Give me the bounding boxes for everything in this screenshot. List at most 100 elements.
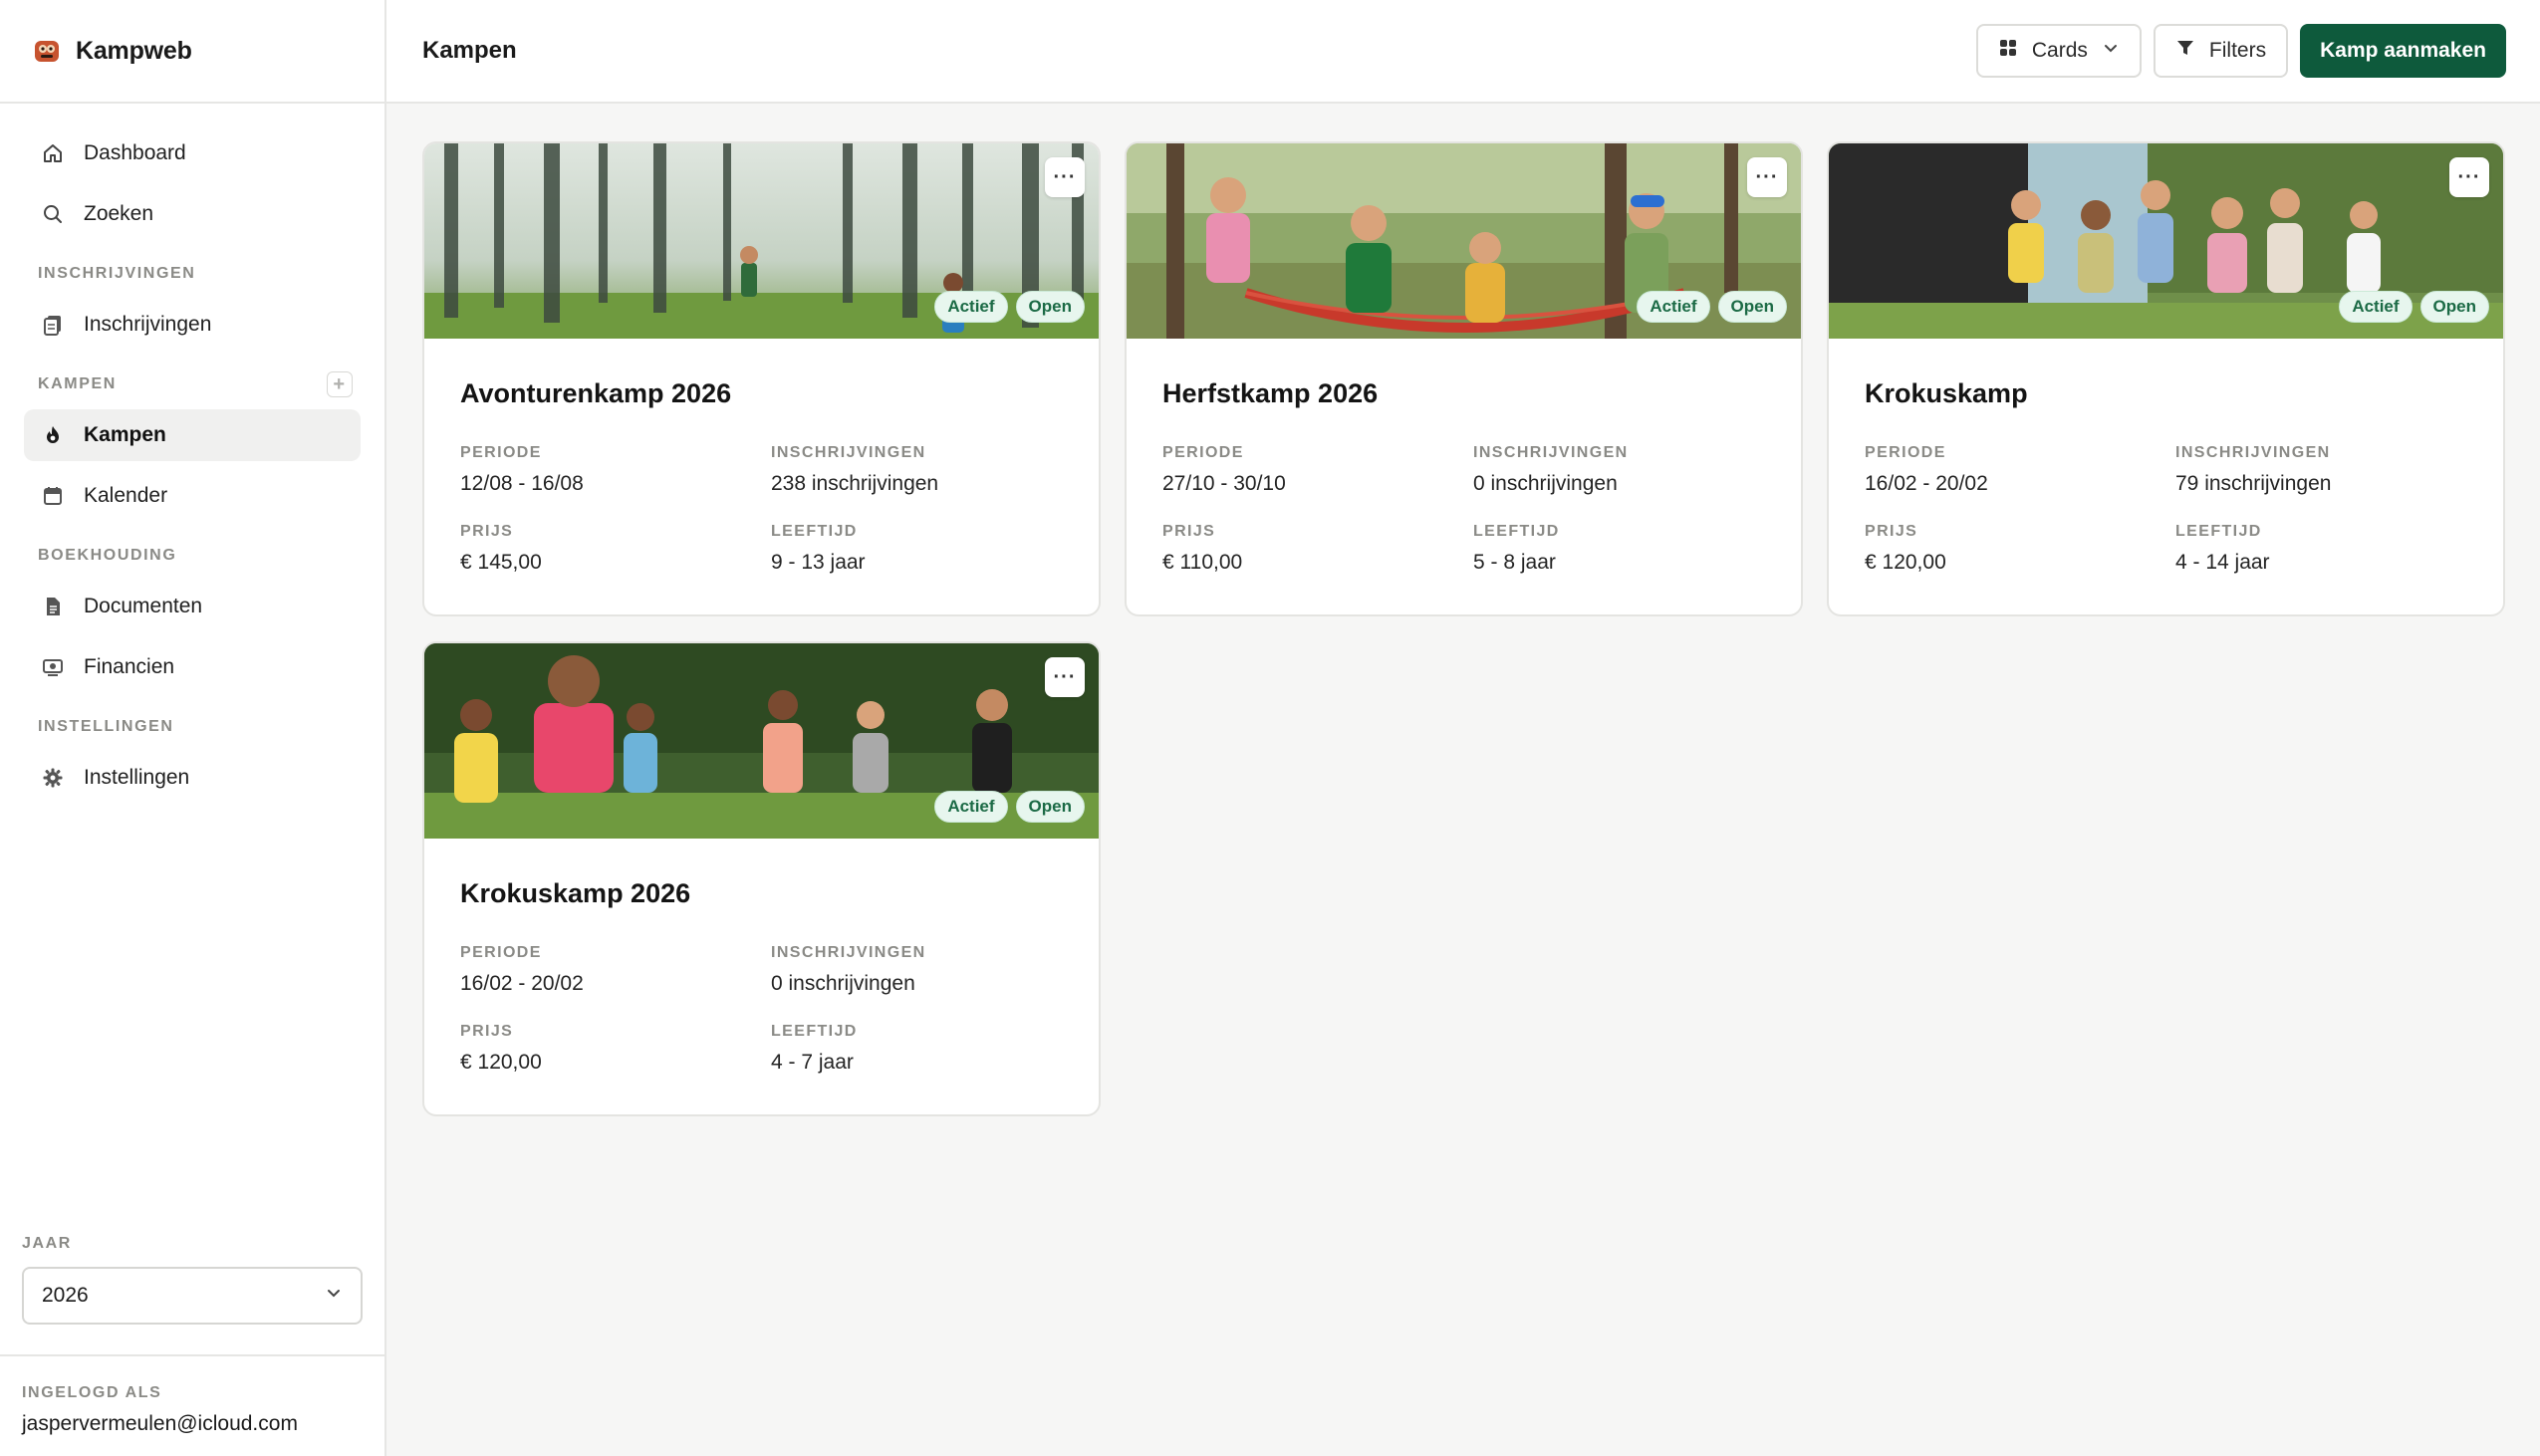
user-email: jaspervermeulen@icloud.com	[22, 1412, 298, 1435]
field-label: PRIJS	[1162, 523, 1216, 540]
field-value: € 120,00	[1865, 551, 1946, 574]
create-kamp-button[interactable]: Kamp aanmaken	[2300, 24, 2506, 78]
section-label-text: KAMPEN	[38, 375, 117, 392]
chevron-down-icon	[325, 1284, 343, 1308]
camp-card[interactable]: ··· Actief Open Herfstkamp 2026 PERIODE …	[1125, 141, 1803, 616]
flame-icon	[42, 424, 64, 446]
create-kamp-label: Kamp aanmaken	[2320, 39, 2486, 62]
section-label-boekhouding: BOEKHOUDING	[38, 547, 177, 564]
add-kamp-icon[interactable]: +	[327, 371, 353, 397]
camp-image-running-kids: ··· Actief Open	[1829, 143, 2503, 339]
camp-card[interactable]: ··· Actief Open Avonturenkamp 2026 PERIO…	[422, 141, 1101, 616]
status-badge-open: Open	[1717, 291, 1787, 323]
camp-title: Avonturenkamp 2026	[460, 378, 732, 408]
camp-title: Krokuskamp	[1865, 378, 2028, 408]
document-stack-icon	[42, 314, 64, 336]
sidebar-item-label: Dashboard	[84, 141, 186, 164]
status-badge-open: Open	[1015, 791, 1085, 823]
field-label: PERIODE	[460, 944, 542, 961]
logged-in-user: INGELOGD ALS jaspervermeulen@icloud.com	[0, 1354, 384, 1456]
status-badge-open: Open	[2419, 291, 2489, 323]
field-label: INSCHRIJVINGEN	[1473, 444, 1629, 461]
field-prijs: PRIJS € 120,00	[1865, 523, 1946, 575]
field-label: PERIODE	[460, 444, 542, 461]
card-menu-button[interactable]: ···	[1045, 157, 1085, 197]
sidebar-item-instellingen[interactable]: Instellingen	[24, 752, 361, 804]
field-label: INSCHRIJVINGEN	[771, 944, 926, 961]
sidebar-item-inschrijvingen[interactable]: Inschrijvingen	[24, 299, 361, 351]
field-label: PRIJS	[460, 1023, 514, 1040]
field-label: LEEFTIJD	[2175, 523, 2262, 540]
sidebar-item-label: Inschrijvingen	[84, 313, 212, 336]
year-value: 2026	[42, 1284, 89, 1307]
year-select[interactable]: 2026	[22, 1267, 363, 1325]
year-label: JAAR	[22, 1235, 72, 1252]
camp-image-playing-kids: ··· Actief Open	[424, 643, 1099, 839]
header-actions: Cards Filters Kamp aanmaken	[1975, 24, 2506, 78]
filter-icon	[2175, 38, 2195, 64]
card-menu-button[interactable]: ···	[1747, 157, 1787, 197]
view-mode-label: Cards	[2031, 39, 2088, 62]
field-value: € 110,00	[1162, 551, 1243, 574]
field-value: 4 - 7 jaar	[771, 1051, 854, 1074]
field-periode: PERIODE 12/08 - 16/08	[460, 444, 584, 496]
sidebar-item-kampen[interactable]: Kampen	[24, 409, 361, 461]
filters-label: Filters	[2208, 39, 2267, 62]
sidebar-nav: Dashboard Zoeken INSCHRIJVINGEN Inschrij…	[0, 104, 384, 804]
status-badge-actief: Actief	[1637, 291, 1710, 323]
field-value: 0 inschrijvingen	[1473, 472, 1618, 495]
camp-card[interactable]: ··· Actief Open Krokuskamp PERIODE 16/02…	[1827, 141, 2505, 616]
status-badges: Actief Open	[934, 791, 1085, 823]
field-label: INSCHRIJVINGEN	[2175, 444, 2331, 461]
field-inschrijvingen: INSCHRIJVINGEN 238 inschrijvingen	[771, 444, 938, 496]
user-label: INGELOGD ALS	[22, 1384, 162, 1401]
field-value: 16/02 - 20/02	[1865, 472, 1988, 495]
field-value: 27/10 - 30/10	[1162, 472, 1286, 495]
field-label: PRIJS	[1865, 523, 1918, 540]
field-label: PERIODE	[1865, 444, 1946, 461]
grid-icon	[1998, 38, 2018, 64]
field-value: 5 - 8 jaar	[1473, 551, 1556, 574]
field-periode: PERIODE 16/02 - 20/02	[1865, 444, 1988, 496]
camp-card[interactable]: ··· Actief Open Krokuskamp 2026 PERIODE …	[422, 641, 1101, 1116]
field-value: € 145,00	[460, 551, 542, 574]
chevron-down-icon	[2102, 39, 2120, 63]
field-value: 238 inschrijvingen	[771, 472, 939, 495]
section-label-instellingen: INSTELLINGEN	[38, 718, 174, 735]
year-selector-block: JAAR 2026	[22, 1235, 363, 1325]
field-value: 4 - 14 jaar	[2175, 551, 2270, 574]
field-label: INSCHRIJVINGEN	[771, 444, 926, 461]
section-label-inschrijvingen: INSCHRIJVINGEN	[38, 265, 196, 282]
filters-button[interactable]: Filters	[2153, 24, 2289, 78]
card-menu-button[interactable]: ···	[2449, 157, 2489, 197]
sidebar-item-documenten[interactable]: Documenten	[24, 581, 361, 632]
brand[interactable]: Kampweb	[0, 0, 384, 104]
sidebar-item-zoeken[interactable]: Zoeken	[24, 188, 361, 240]
card-menu-button[interactable]: ···	[1045, 657, 1085, 697]
sidebar-item-dashboard[interactable]: Dashboard	[24, 127, 361, 179]
sidebar: Kampweb Dashboard Zoeken INSCHRIJVINGEN …	[0, 0, 386, 1456]
sidebar-item-kalender[interactable]: Kalender	[24, 470, 361, 522]
status-badges: Actief Open	[1637, 291, 1787, 323]
field-value: 16/02 - 20/02	[460, 972, 584, 995]
search-icon	[42, 203, 64, 225]
field-value: 12/08 - 16/08	[460, 472, 584, 495]
field-prijs: PRIJS € 120,00	[460, 1023, 542, 1075]
sidebar-item-label: Kampen	[84, 423, 166, 446]
field-label: PRIJS	[460, 523, 514, 540]
section-label-kampen: KAMPEN +	[24, 360, 361, 409]
sidebar-item-financien[interactable]: Financien	[24, 641, 361, 693]
field-leeftijd: LEEFTIJD 4 - 14 jaar	[2175, 523, 2270, 575]
field-label: LEEFTIJD	[1473, 523, 1560, 540]
camp-title: Krokuskamp 2026	[460, 878, 691, 908]
status-badges: Actief Open	[2339, 291, 2489, 323]
calendar-icon	[42, 485, 64, 507]
money-icon	[42, 656, 64, 678]
field-leeftijd: LEEFTIJD 4 - 7 jaar	[771, 1023, 858, 1075]
status-badge-actief: Actief	[2339, 291, 2413, 323]
gear-icon	[42, 767, 64, 789]
view-mode-dropdown[interactable]: Cards	[1975, 24, 2142, 78]
page-title: Kampen	[422, 37, 517, 64]
field-label: LEEFTIJD	[771, 1023, 858, 1040]
app-name: Kampweb	[76, 36, 192, 65]
